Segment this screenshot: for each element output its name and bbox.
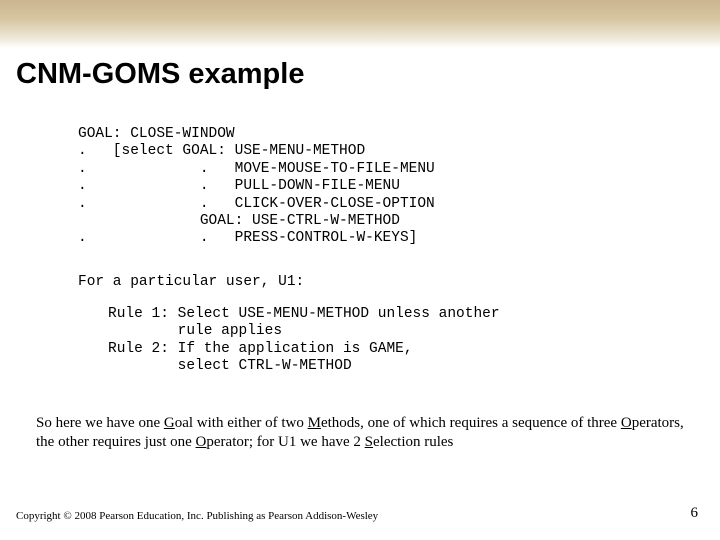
page-number: 6 (691, 505, 699, 522)
rules-block: Rule 1: Select USE-MENU-METHOD unless an… (108, 306, 500, 376)
rules-intro: For a particular user, U1: (78, 274, 304, 290)
slide-title: CNM-GOMS example (16, 58, 304, 91)
goms-s: S (365, 434, 373, 450)
body-text-4: perator; for U1 we have 2 (206, 434, 364, 450)
body-paragraph: So here we have one Goal with either of … (36, 414, 684, 452)
copyright-footer: Copyright © 2008 Pearson Education, Inc.… (16, 510, 378, 522)
goms-m: M (308, 415, 321, 431)
goms-o2: O (196, 434, 207, 450)
body-text-0: So here we have one (36, 415, 164, 431)
slide: CNM-GOMS example GOAL: CLOSE-WINDOW . [s… (0, 0, 720, 540)
body-text-2: ethods, one of which requires a sequence… (321, 415, 621, 431)
goms-g: G (164, 415, 175, 431)
body-text-1: oal with either of two (175, 415, 308, 431)
body-text-5: election rules (373, 434, 453, 450)
goms-code-block: GOAL: CLOSE-WINDOW . [select GOAL: USE-M… (78, 126, 435, 248)
header-gradient (0, 0, 720, 48)
goms-o1: O (621, 415, 632, 431)
